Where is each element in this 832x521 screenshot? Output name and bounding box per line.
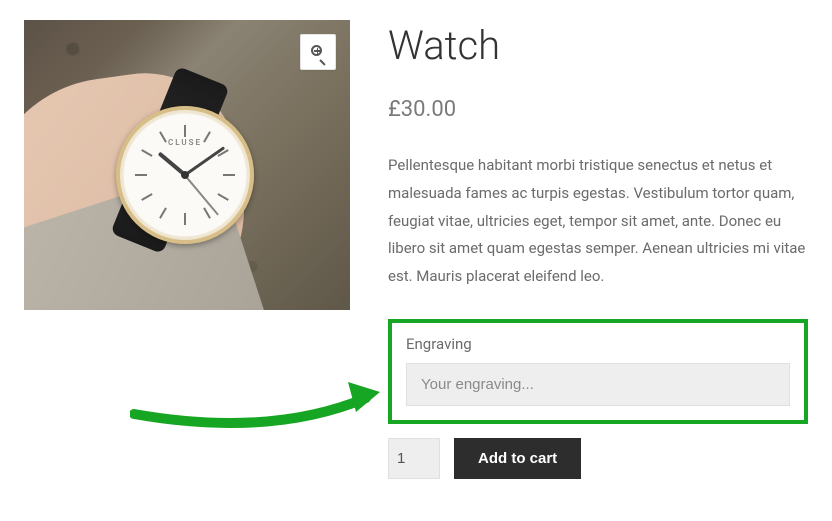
- quantity-stepper[interactable]: [388, 438, 440, 479]
- product-description: Pellentesque habitant morbi tristique se…: [388, 152, 808, 291]
- add-to-cart-button[interactable]: Add to cart: [454, 438, 581, 479]
- zoom-button[interactable]: [300, 34, 336, 70]
- product-title: Watch: [388, 22, 808, 69]
- engraving-label: Engraving: [406, 335, 790, 353]
- magnify-plus-icon: [311, 45, 325, 59]
- engraving-field-highlight: Engraving: [388, 319, 808, 424]
- engraving-input[interactable]: [406, 363, 790, 406]
- product-price: £30.00: [388, 97, 808, 122]
